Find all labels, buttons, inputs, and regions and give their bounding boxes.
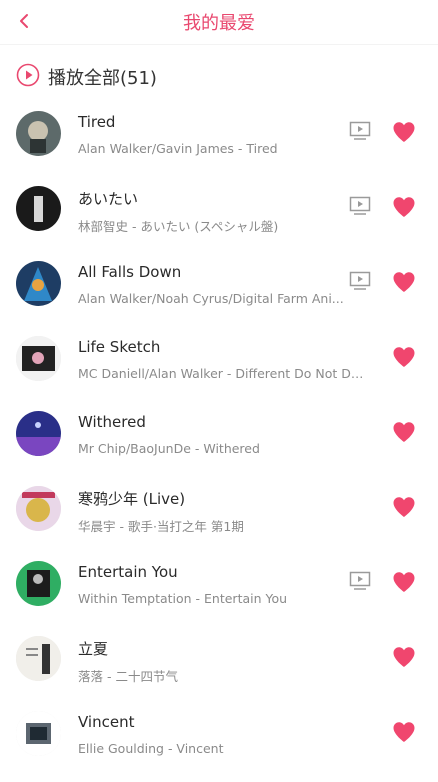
song-title: Vincent [78,713,135,731]
song-title: Entertain You [78,563,178,581]
song-row[interactable]: Life Sketch MC Daniell/Alan Walker - Dif… [0,332,438,407]
album-cover [16,636,61,681]
song-row[interactable]: Withered Mr Chip/BaoJunDe - Withered [0,407,438,482]
play-all-label: 播放全部(51) [48,68,157,89]
song-title: All Falls Down [78,263,182,281]
mv-icon[interactable] [349,571,371,591]
song-title: Withered [78,413,146,431]
page-title: 我的最爱 [183,13,255,34]
header-bar: 我的最爱 [0,0,438,45]
heart-icon[interactable] [392,196,416,218]
heart-icon[interactable] [392,721,416,743]
song-row[interactable]: Entertain You Within Temptation - Entert… [0,557,438,632]
heart-icon[interactable] [392,496,416,518]
song-row[interactable]: Tired Alan Walker/Gavin James - Tired [0,107,438,182]
song-title: 寒鸦少年 (Live) [78,490,186,508]
play-all-button[interactable]: 播放全部(51) [0,47,438,107]
song-title: あいたい [78,190,139,208]
song-row[interactable]: 立夏 落落 - 二十四节气 [0,632,438,707]
album-cover [16,561,61,606]
song-list: Tired Alan Walker/Gavin James - Tired あい… [0,107,438,782]
heart-icon[interactable] [392,421,416,443]
mv-icon[interactable] [349,121,371,141]
heart-icon[interactable] [392,346,416,368]
album-cover [16,261,61,306]
song-row[interactable]: All Falls Down Alan Walker/Noah Cyrus/Di… [0,257,438,332]
song-artist-album: 落落 - 二十四节气 [78,669,178,684]
song-artist-album: Alan Walker/Gavin James - Tired [78,141,278,156]
song-row[interactable]: あいたい 林部智史 - あいたい (スペシャル盤) [0,182,438,257]
album-cover [16,336,61,381]
song-artist-album: 华晨宇 - 歌手·当打之年 第1期 [78,519,244,534]
album-cover [16,411,61,456]
song-artist-album: MC Daniell/Alan Walker - Different Do No… [78,366,370,381]
song-artist-album: Alan Walker/Noah Cyrus/Digital Farm Ani.… [78,291,344,306]
mv-icon[interactable] [349,271,371,291]
heart-icon[interactable] [392,646,416,668]
song-row[interactable]: Vincent Ellie Goulding - Vincent [0,707,438,782]
song-row[interactable]: 寒鸦少年 (Live) 华晨宇 - 歌手·当打之年 第1期 [0,482,438,557]
song-artist-album: Mr Chip/BaoJunDe - Withered [78,441,260,456]
back-arrow-icon[interactable] [14,10,36,32]
song-title: 立夏 [78,640,109,658]
album-cover [16,186,61,231]
song-artist-album: Within Temptation - Entertain You [78,591,288,606]
heart-icon[interactable] [392,571,416,593]
album-cover [16,111,61,156]
play-circle-icon [16,63,40,92]
album-cover [16,711,61,756]
mv-icon[interactable] [349,196,371,216]
heart-icon[interactable] [392,121,416,143]
album-cover [16,486,61,531]
song-title: Tired [78,113,116,131]
song-artist-album: 林部智史 - あいたい (スペシャル盤) [78,219,279,234]
song-title: Life Sketch [78,338,161,356]
song-artist-album: Ellie Goulding - Vincent [78,741,224,756]
heart-icon[interactable] [392,271,416,293]
